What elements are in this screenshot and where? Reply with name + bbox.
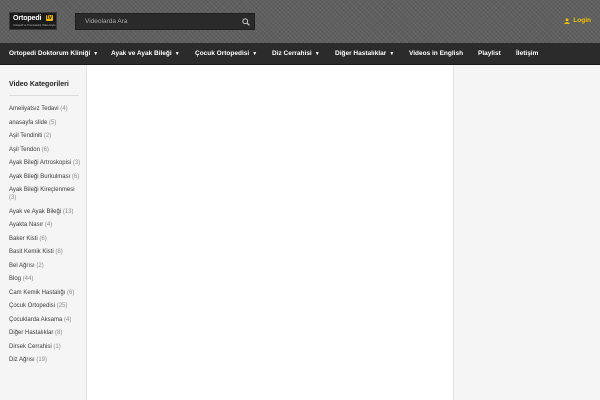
nav-item-label: Videos in English bbox=[409, 50, 464, 57]
category-count: (8) bbox=[55, 249, 63, 255]
login-label: Login bbox=[573, 17, 591, 24]
category-list: Ameliyatsız Tedavi (4) anasayfa slide (5… bbox=[9, 105, 81, 370]
category-item[interactable]: Dirsek Cerrahisi (1) bbox=[9, 343, 81, 351]
category-item[interactable]: Çocuk Ortopedisi (25) bbox=[9, 302, 81, 310]
category-count: (6) bbox=[71, 173, 80, 180]
category-count: (6) bbox=[41, 146, 49, 153]
nav-item-label: Çocuk Ortopedisi bbox=[195, 50, 250, 57]
nav-item-videos-in-english[interactable]: Videos in English bbox=[409, 43, 463, 65]
nav-item-label: Ayak ve Ayak Bileği bbox=[111, 50, 172, 57]
category-name: Dirsek Cerrahisi bbox=[9, 343, 52, 350]
nav-item-label: Playlist bbox=[478, 50, 501, 57]
category-name: Ayak Bileği Kireçlenmesi bbox=[9, 187, 75, 193]
category-count: (3) bbox=[9, 195, 17, 201]
category-item[interactable]: Ayak ve Ayak Bileği (13) bbox=[9, 208, 81, 216]
category-item[interactable]: Basit Kemik Kisti (8) bbox=[9, 248, 81, 256]
nav-item-diz-cerrahisi[interactable]: Diz Cerrahisi ▼ bbox=[272, 43, 320, 65]
site-logo[interactable]: Ortopedi tv Ortopedi ve Travmatoloji Vid… bbox=[9, 12, 57, 30]
category-sidebar: Video Kategorileri Ameliyatsız Tedavi (4… bbox=[0, 65, 87, 400]
user-icon bbox=[564, 17, 570, 24]
category-count: (6) bbox=[39, 235, 47, 242]
category-name: Basit Kemik Kisti bbox=[9, 249, 54, 255]
site-header: Ortopedi tv Ortopedi ve Travmatoloji Vid… bbox=[0, 0, 600, 43]
category-item[interactable]: Ayak Bileği Burkulması (6) bbox=[9, 173, 81, 181]
category-name: Aşil Tendon bbox=[9, 146, 40, 153]
right-sidebar bbox=[453, 65, 600, 400]
category-item[interactable]: Bel Ağrısı (2) bbox=[9, 262, 81, 270]
category-count: (25) bbox=[56, 303, 68, 309]
caret-down-icon: ▼ bbox=[252, 51, 258, 57]
category-item[interactable]: Aşil Tendon (6) bbox=[9, 146, 81, 154]
category-name: Ayak ve Ayak Bileği bbox=[9, 208, 62, 215]
category-count: (4) bbox=[44, 222, 53, 228]
category-name: Diğer Hastalıklar bbox=[9, 330, 54, 336]
category-name: Ayakta Nasır bbox=[9, 222, 44, 228]
category-count: (2) bbox=[36, 262, 44, 269]
search-input[interactable] bbox=[76, 14, 236, 29]
category-name: Çocuklarda Aksama bbox=[9, 316, 63, 323]
logo-text: Ortopedi bbox=[13, 15, 42, 22]
main-nav: Ortopedi Doktorum Kliniği ▼ Ayak ve Ayak… bbox=[0, 43, 600, 65]
main-content bbox=[88, 65, 453, 400]
nav-item-label: İletişim bbox=[516, 50, 539, 57]
category-count: (19) bbox=[36, 357, 48, 363]
search-box bbox=[75, 13, 255, 30]
nav-item-iletisim[interactable]: İletişim bbox=[516, 43, 538, 65]
category-item[interactable]: Diz Ağrısı (19) bbox=[9, 356, 81, 364]
search-button[interactable] bbox=[238, 14, 254, 29]
category-count: (3) bbox=[72, 160, 81, 166]
nav-item-playlist[interactable]: Playlist bbox=[478, 43, 501, 65]
nav-item-ayak-ve-ayak-bilegi[interactable]: Ayak ve Ayak Bileği ▼ bbox=[111, 43, 180, 65]
logo-tv-badge: tv bbox=[45, 15, 53, 21]
category-name: Çocuk Ortopedisi bbox=[9, 303, 56, 309]
category-name: Baker Kisti bbox=[9, 235, 38, 242]
category-item[interactable]: Aşil Tendiniti (2) bbox=[9, 132, 81, 140]
caret-down-icon: ▼ bbox=[389, 51, 395, 57]
caret-down-icon: ▼ bbox=[93, 51, 99, 57]
sidebar-title: Video Kategorileri bbox=[9, 81, 69, 88]
caret-down-icon: ▼ bbox=[314, 51, 320, 57]
nav-item-diger-hastaliklar[interactable]: Diğer Hastalıklar ▼ bbox=[335, 43, 394, 65]
category-item[interactable]: Ayak Bileği Artroskopisi (3) bbox=[9, 159, 81, 167]
nav-item-label: Diz Cerrahisi bbox=[272, 50, 312, 57]
category-item[interactable]: Baker Kisti (6) bbox=[9, 235, 81, 243]
category-item[interactable]: Ayak Bileği Kireçlenmesi (3) bbox=[9, 186, 81, 202]
search-icon bbox=[242, 18, 250, 26]
category-item[interactable]: Cam Kemik Hastalığı (6) bbox=[9, 289, 81, 297]
sidebar-divider bbox=[9, 95, 79, 96]
category-count: (44) bbox=[22, 276, 34, 282]
category-item[interactable]: Çocuklarda Aksama (4) bbox=[9, 316, 81, 324]
category-item[interactable]: anasayfa slide (5) bbox=[9, 119, 81, 127]
category-count: (4) bbox=[64, 316, 72, 323]
category-item[interactable]: Blog (44) bbox=[9, 275, 81, 283]
logo-tagline: Ortopedi ve Travmatoloji Video Arşivi bbox=[13, 24, 56, 27]
nav-item-label: Ortopedi Doktorum Kliniği bbox=[9, 50, 91, 57]
category-name: Blog bbox=[9, 276, 22, 282]
category-item[interactable]: Ameliyatsız Tedavi (4) bbox=[9, 105, 81, 113]
nav-item-cocuk-ortopedisi[interactable]: Çocuk Ortopedisi ▼ bbox=[195, 43, 257, 65]
category-count: (1) bbox=[53, 343, 61, 350]
login-link[interactable]: Login bbox=[564, 17, 591, 24]
category-count: (6) bbox=[67, 289, 75, 296]
category-name: Diz Ağrısı bbox=[9, 357, 35, 363]
category-name: Cam Kemik Hastalığı bbox=[9, 289, 66, 296]
category-count: (8) bbox=[55, 330, 63, 336]
category-name: anasayfa slide bbox=[9, 119, 48, 126]
category-count: (13) bbox=[62, 208, 74, 215]
nav-item-ortopedi-doktorum-klinigi[interactable]: Ortopedi Doktorum Kliniği ▼ bbox=[9, 43, 98, 65]
category-count: (4) bbox=[60, 106, 68, 112]
nav-item-label: Diğer Hastalıklar bbox=[335, 50, 387, 57]
category-name: Ayak Bileği Burkulması bbox=[9, 173, 71, 180]
category-name: Ameliyatsız Tedavi bbox=[9, 106, 59, 112]
category-count: (2) bbox=[43, 133, 52, 139]
category-name: Ayak Bileği Artroskopisi bbox=[9, 160, 72, 166]
caret-down-icon: ▼ bbox=[174, 51, 180, 57]
category-name: Bel Ağrısı bbox=[9, 262, 35, 269]
category-name: Aşil Tendiniti bbox=[9, 133, 43, 139]
category-item[interactable]: Ayakta Nasır (4) bbox=[9, 221, 81, 229]
category-item[interactable]: Diğer Hastalıklar (8) bbox=[9, 329, 81, 337]
category-count: (5) bbox=[49, 119, 57, 126]
